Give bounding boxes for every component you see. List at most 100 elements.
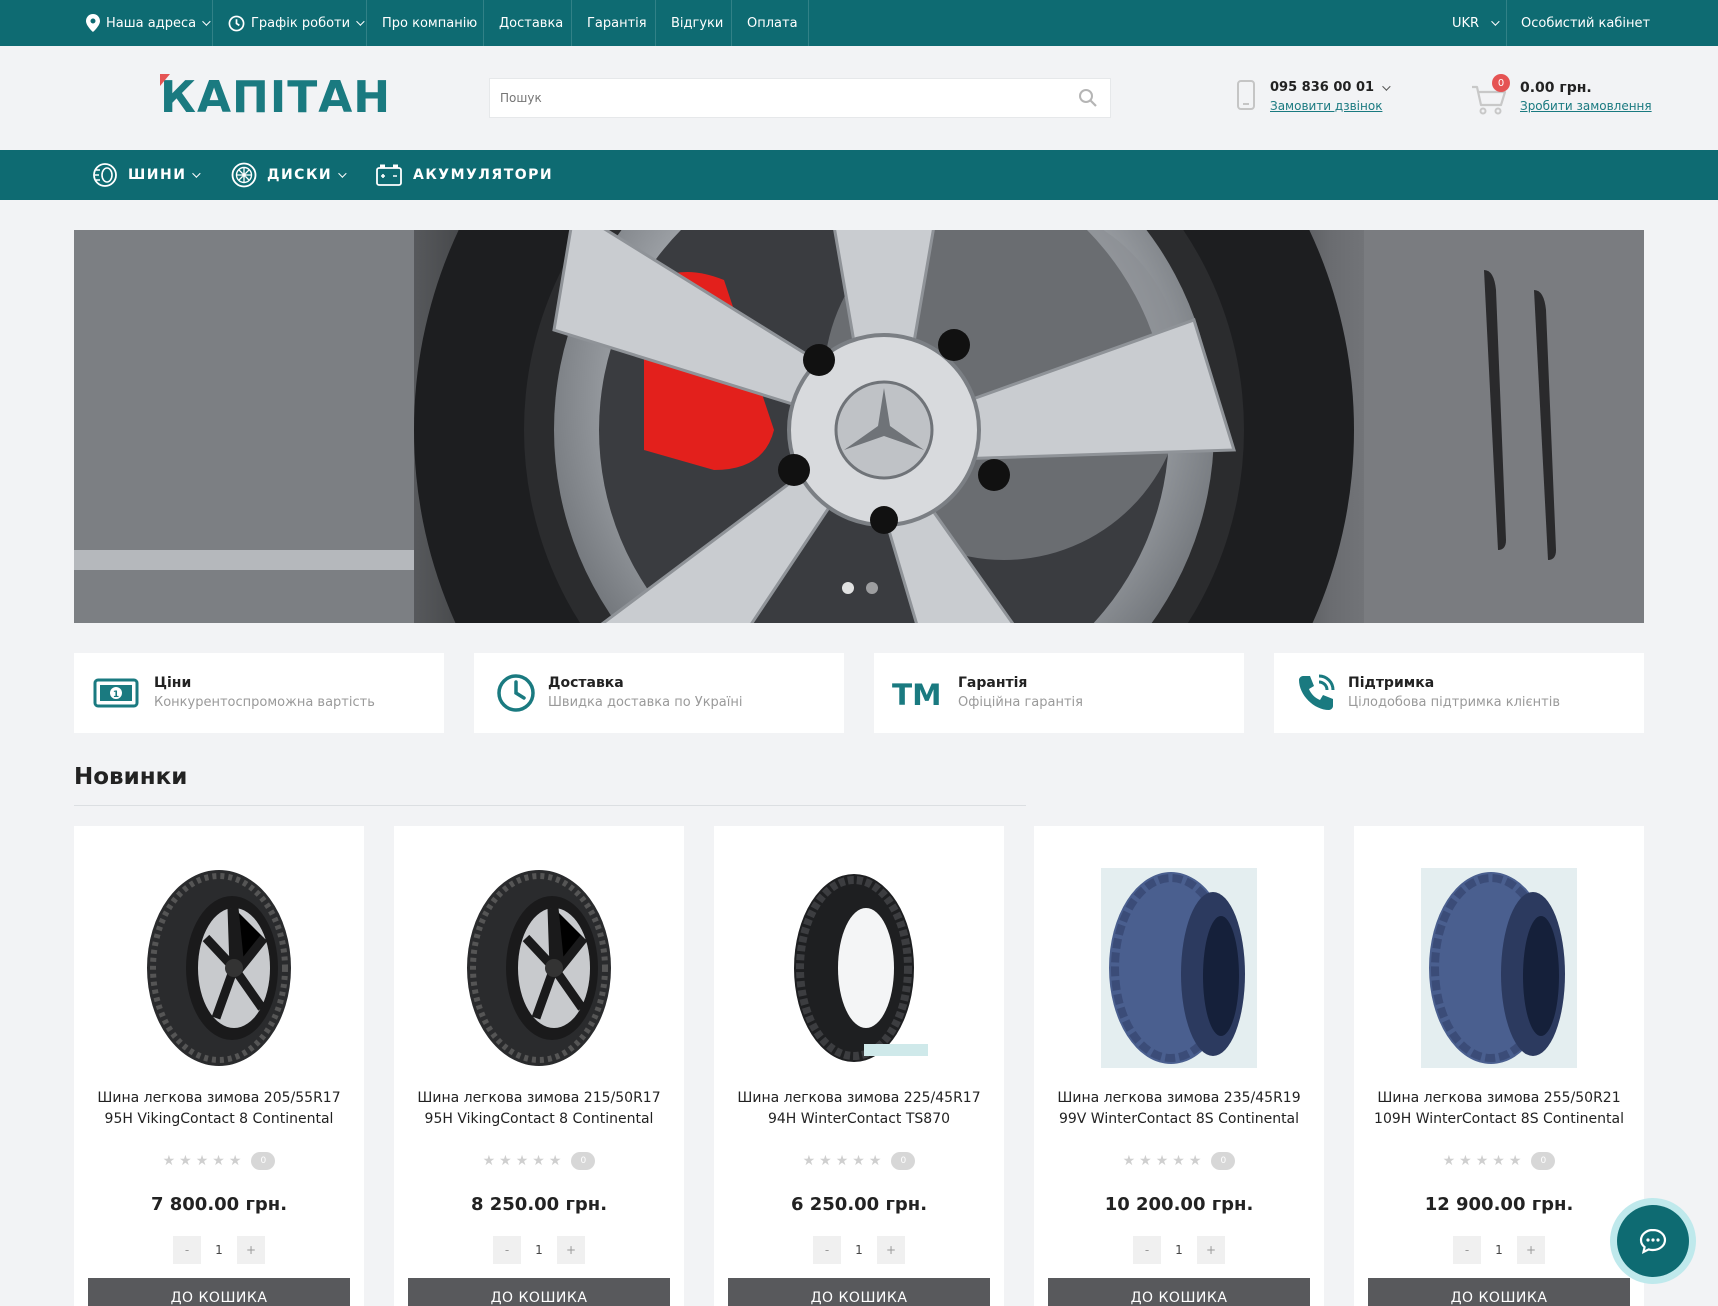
star-icon: ★ [1188, 1153, 1202, 1169]
add-to-cart-button[interactable]: ДО КОШИКА [408, 1278, 670, 1306]
product-name[interactable]: Шина легкова зимова 205/55R17 95H Viking… [84, 1088, 354, 1130]
star-icon: ★ [532, 1153, 545, 1169]
slider-dots [842, 582, 878, 594]
phone-call-icon [1292, 673, 1340, 713]
review-count-badge[interactable]: 0 [1531, 1152, 1556, 1170]
quantity-minus-button[interactable]: - [1453, 1236, 1481, 1264]
quantity-input[interactable]: 1 [521, 1236, 557, 1264]
product-name[interactable]: Шина легкова зимова 235/45R19 99V Winter… [1044, 1088, 1314, 1130]
checkout-link[interactable]: Зробити замовлення [1520, 99, 1652, 113]
divider [212, 0, 213, 46]
add-to-cart-button[interactable]: ДО КОШИКА [728, 1278, 990, 1306]
quantity-input[interactable]: 1 [841, 1236, 877, 1264]
clock-icon [228, 15, 245, 31]
star-icon: ★ [1122, 1153, 1136, 1169]
address-dropdown[interactable]: Наша адреса [86, 0, 211, 46]
quantity-plus-button[interactable]: + [557, 1236, 585, 1264]
nav-link-about[interactable]: Про компанію [382, 0, 477, 46]
feature-warranty: TM Гарантія Офіційна гарантія [874, 653, 1244, 733]
rating-stars: ★ ★ ★ ★ ★ 0 [394, 1152, 684, 1170]
add-to-cart-button[interactable]: ДО КОШИКА [1368, 1278, 1630, 1306]
logo-text: КАПІТАН [160, 72, 392, 123]
quantity-input[interactable]: 1 [1161, 1236, 1197, 1264]
search-input[interactable] [490, 79, 1050, 117]
quantity-plus-button[interactable]: + [1197, 1236, 1225, 1264]
chat-widget-button[interactable] [1610, 1198, 1696, 1284]
quantity-plus-button[interactable]: + [237, 1236, 265, 1264]
schedule-dropdown[interactable]: Графік роботи [228, 0, 365, 46]
category-rims[interactable]: ДИСКИ [231, 150, 347, 200]
review-count-badge[interactable]: 0 [891, 1152, 916, 1170]
chevron-down-icon [1382, 82, 1391, 91]
product-name[interactable]: Шина легкова зимова 255/50R21 109H Winte… [1364, 1088, 1634, 1130]
product-image-tire[interactable] [144, 868, 294, 1068]
quantity-minus-button[interactable]: - [173, 1236, 201, 1264]
feature-delivery: Доставка Швидка доставка по Україні [474, 653, 844, 733]
quantity-minus-button[interactable]: - [1133, 1236, 1161, 1264]
category-tires[interactable]: ШИНИ [92, 150, 202, 200]
star-icon: ★ [852, 1153, 865, 1169]
quantity-minus-button[interactable]: - [813, 1236, 841, 1264]
cart-total: 0.00 грн. [1520, 80, 1592, 96]
star-icon: ★ [835, 1153, 849, 1169]
star-icon: ★ [802, 1153, 816, 1169]
star-icon: ★ [195, 1153, 209, 1169]
quantity-input[interactable]: 1 [201, 1236, 237, 1264]
svg-text:TM: TM [892, 678, 940, 710]
add-to-cart-button[interactable]: ДО КОШИКА [88, 1278, 350, 1306]
product-image-tire[interactable] [464, 868, 614, 1068]
chevron-down-icon [356, 17, 365, 26]
quantity-plus-button[interactable]: + [877, 1236, 905, 1264]
star-icon: ★ [212, 1153, 225, 1169]
feature-title: Доставка [548, 675, 624, 691]
star-icon: ★ [548, 1153, 562, 1169]
review-count-badge[interactable]: 0 [1211, 1152, 1236, 1170]
feature-description: Цілодобова підтримка клієнтів [1348, 695, 1561, 710]
product-image-tire[interactable] [1101, 868, 1257, 1068]
phone-number[interactable]: 095 836 00 01 [1270, 80, 1391, 95]
banknote-icon: 1 [92, 673, 140, 713]
chevron-down-icon [192, 169, 202, 178]
product-name[interactable]: Шина легкова зимова 225/45R17 94H Winter… [724, 1088, 994, 1130]
account-link[interactable]: Особистий кабінет [1521, 0, 1650, 46]
callback-link[interactable]: Замовити дзвінок [1270, 99, 1382, 113]
nav-link-reviews[interactable]: Відгуки [671, 0, 723, 46]
chat-widget-inner [1617, 1205, 1689, 1277]
mobile-phone-icon [1237, 80, 1255, 110]
category-batteries[interactable]: АКУМУЛЯТОРИ [375, 150, 553, 200]
feature-title: Гарантія [958, 675, 1028, 691]
slider-dot[interactable] [866, 582, 878, 594]
logo-mark-icon [160, 74, 170, 86]
add-to-cart-button[interactable]: ДО КОШИКА [1048, 1278, 1310, 1306]
product-image-tire[interactable] [784, 868, 934, 1068]
language-dropdown[interactable]: UKR [1452, 0, 1500, 46]
search-icon[interactable] [1078, 88, 1098, 108]
feature-description: Конкурентоспроможна вартість [154, 695, 375, 710]
feature-description: Швидка доставка по Україні [548, 695, 743, 710]
review-count-badge[interactable]: 0 [571, 1152, 596, 1170]
star-icon: ★ [1442, 1153, 1456, 1169]
product-card: Шина легкова зимова 255/50R21 109H Winte… [1354, 826, 1644, 1306]
quantity-plus-button[interactable]: + [1517, 1236, 1545, 1264]
divider [1506, 0, 1507, 46]
product-price: 6 250.00 грн. [790, 1194, 928, 1215]
star-icon: ★ [499, 1153, 512, 1169]
quantity-input[interactable]: 1 [1481, 1236, 1517, 1264]
star-icon: ★ [1155, 1153, 1169, 1169]
nav-link-payment[interactable]: Оплата [747, 0, 798, 46]
product-name[interactable]: Шина легкова зимова 215/50R17 95H Viking… [404, 1088, 674, 1130]
divider [808, 0, 809, 46]
hero-banner[interactable] [74, 230, 1644, 623]
feature-support: Підтримка Цілодобова підтримка клієнтів [1274, 653, 1644, 733]
star-icon: ★ [819, 1153, 832, 1169]
nav-link-warranty[interactable]: Гарантія [587, 0, 647, 46]
feature-title: Ціни [154, 675, 192, 691]
nav-link-delivery[interactable]: Доставка [499, 0, 563, 46]
quantity-minus-button[interactable]: - [493, 1236, 521, 1264]
review-count-badge[interactable]: 0 [251, 1152, 276, 1170]
product-image-tire[interactable] [1421, 868, 1577, 1068]
slider-dot[interactable] [842, 582, 854, 594]
section-divider [74, 805, 1026, 806]
logo[interactable]: КАПІТАН [160, 74, 391, 122]
product-card: Шина легкова зимова 215/50R17 95H Viking… [394, 826, 684, 1306]
